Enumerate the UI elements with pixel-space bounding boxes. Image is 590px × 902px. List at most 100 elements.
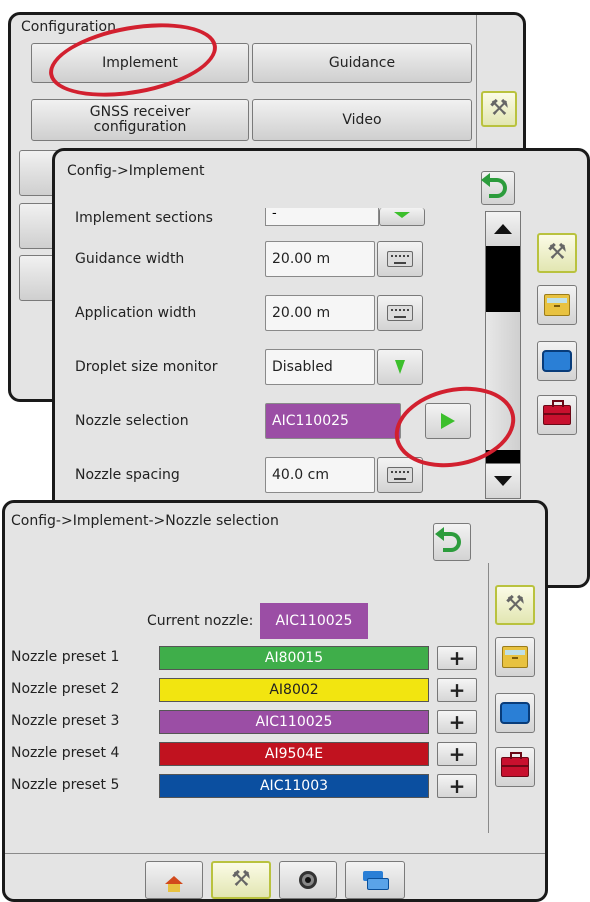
tools-tab-button[interactable]: ⚒ xyxy=(495,585,535,625)
nozzle-preset-2-value[interactable]: AI8002 xyxy=(159,678,429,702)
screen-icon xyxy=(500,702,530,724)
plus-icon: + xyxy=(448,678,466,702)
scroll-up-icon xyxy=(494,224,512,234)
nozzle-preset-2-text: AI8002 xyxy=(269,682,319,698)
application-width-value: 20.00 m xyxy=(272,305,331,321)
nozzle-preset-2-add-button[interactable]: + xyxy=(437,678,477,702)
nozzle-preset-4-label: Nozzle preset 4 xyxy=(11,745,120,761)
down-arrow-icon xyxy=(395,360,405,374)
nozzle-preset-5-add-button[interactable]: + xyxy=(437,774,477,798)
tools-icon: ⚒ xyxy=(489,96,509,121)
nozzle-preset-3-value[interactable]: AIC110025 xyxy=(159,710,429,734)
scroll-track xyxy=(486,246,520,312)
droplet-size-monitor-label: Droplet size monitor xyxy=(75,359,218,375)
side-divider xyxy=(488,563,489,833)
application-width-label: Application width xyxy=(75,305,197,321)
folder-icon xyxy=(544,294,570,316)
back-icon xyxy=(435,527,461,552)
current-nozzle-value: AIC110025 xyxy=(260,603,368,639)
keyboard-icon xyxy=(387,251,413,267)
nozzle-preset-4-value[interactable]: AI9504E xyxy=(159,742,429,766)
layers-tab-button[interactable] xyxy=(345,861,405,899)
nozzle-preset-4-add-button[interactable]: + xyxy=(437,742,477,766)
nozzle-preset-2-label: Nozzle preset 2 xyxy=(11,681,120,697)
back-icon xyxy=(481,173,507,198)
home-icon xyxy=(165,876,183,892)
implement-sections-value: - xyxy=(272,208,277,221)
nozzle-selection-field[interactable]: AIC110025 xyxy=(265,403,401,439)
nozzle-selection-panel: Config->Implement->Nozzle selection Curr… xyxy=(2,500,548,902)
nozzle-selection-value: AIC110025 xyxy=(272,413,349,429)
nozzle-preset-1-value[interactable]: AI80015 xyxy=(159,646,429,670)
keyboard-icon xyxy=(387,467,413,483)
keyboard-icon xyxy=(387,305,413,321)
guidance-width-label: Guidance width xyxy=(75,251,185,267)
gnss-receiver-configuration-button[interactable]: GNSS receiver configuration xyxy=(31,99,249,141)
configuration-tab-button[interactable]: ⚒ xyxy=(211,861,271,899)
implement-sections-label: Implement sections xyxy=(75,211,213,225)
toolbox-tab-button[interactable] xyxy=(537,395,577,435)
nozzle-spacing-value: 40.0 cm xyxy=(272,467,329,483)
display-tab-button[interactable] xyxy=(495,693,535,733)
nozzle-spacing-field[interactable]: 40.0 cm xyxy=(265,457,375,493)
guidance-button[interactable]: Guidance xyxy=(252,43,472,83)
nozzle-preset-4-text: AI9504E xyxy=(264,746,324,762)
screen-icon xyxy=(542,350,572,372)
scroll-down-icon xyxy=(494,476,512,486)
panel-title: Config->Implement xyxy=(67,163,205,179)
implement-sections-dropdown[interactable] xyxy=(379,208,425,226)
application-width-field[interactable]: 20.00 m xyxy=(265,295,375,331)
tools-tab-button[interactable]: ⚒ xyxy=(537,233,577,273)
nozzle-preset-1-text: AI80015 xyxy=(264,650,324,666)
nozzle-preset-1-add-button[interactable]: + xyxy=(437,646,477,670)
video-button[interactable]: Video xyxy=(252,99,472,141)
back-button[interactable] xyxy=(481,171,515,205)
nozzle-preset-5-value[interactable]: AIC11003 xyxy=(159,774,429,798)
data-management-tab-button[interactable] xyxy=(537,285,577,325)
tools-icon: ⚒ xyxy=(505,592,525,617)
tools-icon: ⚒ xyxy=(547,240,567,265)
nozzle-spacing-label: Nozzle spacing xyxy=(75,467,180,483)
scroll-down-button[interactable] xyxy=(486,463,520,498)
droplet-size-monitor-value: Disabled xyxy=(272,359,333,375)
video-button-label: Video xyxy=(342,111,382,128)
guidance-width-keyboard-button[interactable] xyxy=(377,241,423,277)
droplet-size-monitor-field[interactable]: Disabled xyxy=(265,349,375,385)
panel-title: Config->Implement->Nozzle selection xyxy=(11,513,279,529)
back-button[interactable] xyxy=(433,523,471,561)
tools-icon: ⚒ xyxy=(231,867,251,892)
tools-tab-button[interactable]: ⚒ xyxy=(481,91,517,127)
plus-icon: + xyxy=(448,774,466,798)
plus-icon: + xyxy=(448,742,466,766)
implement-sections-field[interactable]: - xyxy=(265,208,379,226)
application-width-keyboard-button[interactable] xyxy=(377,295,423,331)
nozzle-preset-5-text: AIC11003 xyxy=(259,778,329,794)
scrollbar[interactable] xyxy=(485,211,521,499)
toolbox-tab-button[interactable] xyxy=(495,747,535,787)
droplet-size-monitor-dropdown[interactable] xyxy=(377,349,423,385)
home-tab-button[interactable] xyxy=(145,861,203,899)
display-tab-button[interactable] xyxy=(537,341,577,381)
data-management-tab-button[interactable] xyxy=(495,637,535,677)
folder-icon xyxy=(502,646,528,668)
layers-icon xyxy=(363,871,389,890)
bottom-nav-bar: ⚒ xyxy=(145,861,425,899)
nozzle-preset-3-label: Nozzle preset 3 xyxy=(11,713,120,729)
guidance-width-value: 20.00 m xyxy=(272,251,331,267)
camera-tab-button[interactable] xyxy=(279,861,337,899)
scroll-up-button[interactable] xyxy=(486,212,520,247)
bottom-divider xyxy=(5,853,545,854)
gnss-button-label: GNSS receiver configuration xyxy=(89,104,191,135)
nozzle-preset-1-label: Nozzle preset 1 xyxy=(11,649,120,665)
toolbox-icon xyxy=(543,400,571,425)
nozzle-selection-label: Nozzle selection xyxy=(75,413,189,429)
current-nozzle-label: Current nozzle: xyxy=(147,613,254,629)
nozzle-preset-3-add-button[interactable]: + xyxy=(437,710,477,734)
toolbox-icon xyxy=(501,752,529,777)
camera-icon xyxy=(299,871,317,889)
down-arrow-icon xyxy=(394,212,410,218)
plus-icon: + xyxy=(448,646,466,670)
nozzle-preset-3-text: AIC110025 xyxy=(255,714,333,730)
nozzle-preset-5-label: Nozzle preset 5 xyxy=(11,777,120,793)
guidance-width-field[interactable]: 20.00 m xyxy=(265,241,375,277)
